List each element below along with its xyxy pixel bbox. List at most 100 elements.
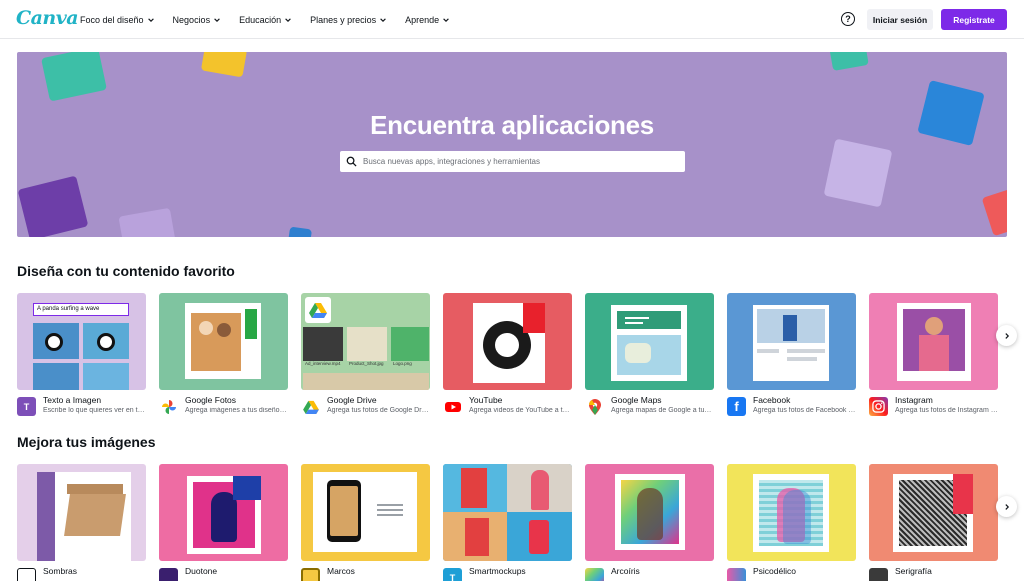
app-card-google-maps[interactable]: Google Maps Agrega mapas de Google a tus… [585,293,714,421]
app-name: Smartmockups [469,566,526,576]
app-description: Escribe lo que quieres ver en tu diseño [43,407,146,414]
app-thumbnail [159,464,288,561]
carousel-next-button[interactable] [996,496,1017,517]
chevron-down-icon [380,17,386,22]
frames-icon [301,568,320,581]
app-description: Agrega tus fotos de Facebook a tus diseñ… [753,407,856,414]
content-apps-row: A panda surfing a wave T Texto a Imagen … [17,293,1017,423]
enhance-apps-row: Sombras Duotone Marcos T Smartmockups Ar… [17,464,1017,581]
app-name: Google Maps [611,395,662,405]
app-description: Agrega tus fotos de Instagram a tus dise… [895,407,998,414]
decorative-cube [829,52,869,71]
nav-item-design-spotlight[interactable]: Foco del diseño [80,15,155,25]
app-thumbnail [727,293,856,390]
drive-file-label: Product_Shot.jpg [349,361,384,366]
signup-button[interactable]: Registrate [941,9,1007,30]
rainbow-icon [585,568,604,581]
app-name: Duotone [185,566,218,576]
app-thumbnail: A panda surfing a wave [17,293,146,390]
search-input[interactable] [363,157,673,166]
app-description: Agrega tus fotos de Google Drive a tus d… [327,407,430,414]
app-name: Marcos [327,566,355,576]
app-card-google-photos[interactable]: Google Fotos Agrega imágenes a tus diseñ… [159,293,288,421]
app-thumbnail [585,464,714,561]
youtube-icon [443,397,462,416]
section-title-enhance: Mejora tus imágenes [17,434,156,450]
smartmockups-icon: T [443,568,462,581]
app-thumbnail [17,464,146,561]
decorative-cube [41,52,107,102]
shadows-icon [17,568,36,581]
psychedelic-icon [727,568,746,581]
google-photos-icon [159,397,178,416]
screenprint-icon [869,568,888,581]
app-thumbnail [301,464,430,561]
text-to-image-icon: T [17,397,36,416]
nav-item-education[interactable]: Educación [239,15,292,25]
app-name: Serigrafía [895,566,932,576]
app-name: Facebook [753,395,791,405]
decorative-cube [823,138,893,208]
chevron-down-icon [147,17,154,22]
app-name: Psicodélico [753,566,796,576]
app-name: Sombras [43,566,78,576]
app-thumbnail: Ad_interview.mp4 Product_Shot.jpg Logo.p… [301,293,430,390]
nav-label: Planes y precios [310,14,377,25]
search-icon [346,156,357,167]
chevron-down-icon [443,17,449,22]
app-card-youtube[interactable]: YouTube Agrega videos de YouTube a tus d… [443,293,572,421]
app-name: YouTube [469,395,503,405]
login-button[interactable]: Iniciar sesión [867,9,933,30]
app-thumbnail [585,293,714,390]
app-card-google-drive[interactable]: Ad_interview.mp4 Product_Shot.jpg Logo.p… [301,293,430,421]
carousel-next-button[interactable] [996,325,1017,346]
app-card-facebook[interactable]: f Facebook Agrega tus fotos de Facebook … [727,293,856,421]
decorative-cube [17,175,89,237]
app-description: Agrega mapas de Google a tus diseños [611,407,714,414]
app-name: Google Drive [327,395,377,405]
app-thumbnail [727,464,856,561]
app-card-smartmockups[interactable]: T Smartmockups [443,464,572,581]
app-card-rainbow[interactable]: Arcoíris [585,464,714,581]
nav-item-business[interactable]: Negocios [173,15,222,25]
app-description: Agrega imágenes a tus diseños desde Goog… [185,407,288,414]
chevron-down-icon [285,17,291,22]
decorative-cube [118,207,176,237]
nav-label: Foco del diseño [80,14,144,25]
chevron-down-icon [214,17,220,22]
decorative-cube [200,52,248,78]
hero-banner: Encuentra aplicaciones [17,52,1007,237]
chevron-right-icon [1004,503,1009,510]
canva-logo[interactable]: Canva [16,7,79,29]
app-card-psychedelic[interactable]: Psicodélico [727,464,856,581]
google-drive-icon [309,303,327,318]
app-card-duotone[interactable]: Duotone [159,464,288,581]
app-description: Agrega videos de YouTube a tus diseños [469,407,572,414]
drive-file-label: Ad_interview.mp4 [305,361,341,366]
section-title-content: Diseña con tu contenido favorito [17,263,235,279]
nav-item-learn[interactable]: Aprende [405,15,450,25]
hero-title: Encuentra aplicaciones [370,110,654,140]
app-card-screenprint[interactable]: Serigrafía [869,464,998,581]
help-icon[interactable]: ? [841,12,855,26]
app-card-instagram[interactable]: Instagram Agrega tus fotos de Instagram … [869,293,998,421]
app-card-frames[interactable]: Marcos [301,464,430,581]
prompt-caption: A panda surfing a wave [33,303,129,316]
nav-item-pricing[interactable]: Planes y precios [310,15,387,25]
decorative-cube [287,226,313,237]
decorative-cube [981,187,1007,237]
app-thumbnail [443,293,572,390]
app-name: Instagram [895,395,933,405]
main-nav: Foco del diseño Negocios Educación Plane… [80,0,450,39]
nav-label: Negocios [172,14,211,25]
google-maps-icon [585,397,604,416]
instagram-icon [869,397,888,416]
app-card-shadows[interactable]: Sombras [17,464,146,581]
app-card-text-to-image[interactable]: A panda surfing a wave T Texto a Imagen … [17,293,146,421]
duotone-icon [159,568,178,581]
facebook-icon: f [727,397,746,416]
app-name: Arcoíris [611,566,640,576]
search-bar[interactable] [340,151,685,172]
app-thumbnail [869,293,998,390]
chevron-right-icon [1004,332,1009,339]
